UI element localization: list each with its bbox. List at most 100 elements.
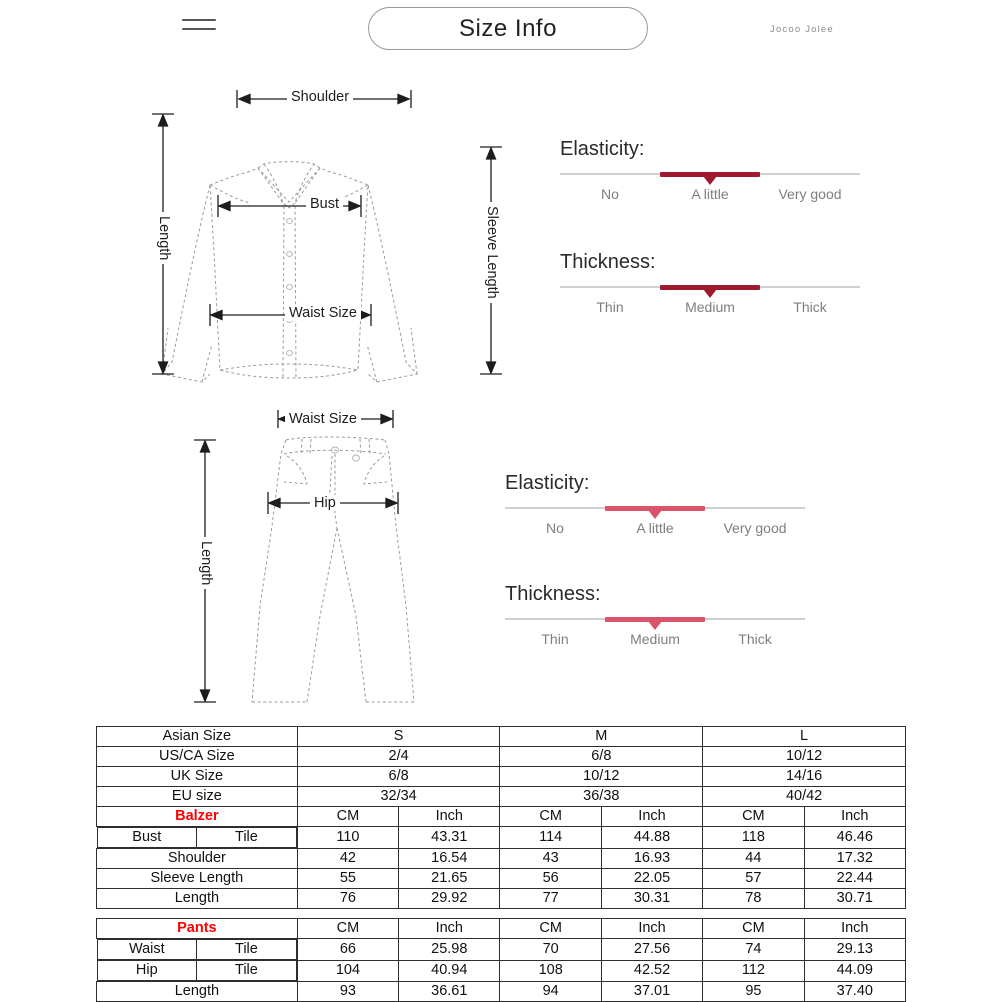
cell-m: 6/8	[499, 746, 704, 767]
row-label-split: Hip Tile	[96, 960, 298, 982]
slider-marker-caret	[648, 510, 662, 519]
tick-thick: Thick	[738, 631, 772, 647]
cell-m: 10/12	[499, 766, 704, 787]
pants-size-table: Pants CM Inch CM Inch CM Inch Waist Tile…	[96, 918, 907, 1002]
measure-name: Waist	[96, 939, 198, 960]
tick-thick: Thick	[793, 299, 827, 315]
hamburger-menu-icon[interactable]	[182, 19, 216, 31]
cell-m: 36/38	[499, 786, 704, 807]
row-label: UK Size	[96, 766, 298, 787]
cell-value: 16.54	[398, 848, 501, 869]
measure-sublabel: Tile	[196, 939, 297, 960]
measure-name: Bust	[96, 827, 198, 848]
top-elasticity-group: Elasticity: No A little Very good	[560, 138, 860, 202]
cell-l: 14/16	[702, 766, 906, 787]
bust-label: Bust	[306, 196, 344, 212]
hip-label: Hip	[310, 495, 340, 511]
table-row: Hip Tile 104 40.94 108 42.52 112 44.09	[96, 959, 907, 982]
row-label-split: Bust Tile	[96, 827, 298, 849]
cell-value: 25.98	[398, 938, 501, 961]
measure-name: Length	[96, 981, 298, 1002]
thickness-ticks-bottom: Thin Medium Thick	[505, 631, 805, 647]
thickness-title-bottom: Thickness:	[505, 583, 601, 605]
cell-value: 30.71	[803, 888, 907, 909]
sleeve-length-label: Sleeve Length	[484, 202, 500, 303]
brand-logo-text: Jocoo Jolee	[770, 24, 834, 35]
table-row-category: Pants CM Inch CM Inch CM Inch	[96, 918, 907, 939]
row-label: US/CA Size	[96, 746, 298, 767]
cell-value: 44.88	[600, 826, 704, 849]
page-title: Size Info	[459, 14, 557, 42]
blazer-size-table: Asian Size S M L US/CA Size 2/4 6/8 10/1…	[96, 726, 907, 909]
tick-very-good: Very good	[778, 186, 842, 202]
unit-header: CM	[702, 918, 805, 939]
tick-a-little: A little	[636, 520, 674, 536]
measure-name: Shoulder	[96, 848, 298, 869]
cell-value: 70	[499, 938, 602, 961]
cell-value: 78	[702, 888, 805, 909]
thickness-slider-top[interactable]	[560, 284, 860, 298]
cell-value: 93	[296, 981, 400, 1002]
table-row: EU size 32/34 36/38 40/42	[96, 786, 906, 807]
slider-marker-caret	[703, 289, 717, 298]
shirt-technical-drawing	[152, 90, 502, 383]
table-row: US/CA Size 2/4 6/8 10/12	[96, 746, 906, 767]
thickness-slider-bottom[interactable]	[505, 616, 805, 630]
category-label-pants: Pants	[96, 918, 298, 939]
waist-size-label-top: Waist Size	[285, 305, 361, 321]
cell-l: 10/12	[702, 746, 906, 767]
cell-value: 22.44	[803, 868, 907, 889]
table-row: Waist Tile 66 25.98 70 27.56 74 29.13	[96, 938, 907, 961]
cell-value: 46.46	[803, 826, 907, 849]
row-label-split: Waist Tile	[96, 939, 298, 960]
shoulder-label: Shoulder	[287, 89, 354, 105]
page-title-pill: Size Info	[368, 7, 648, 50]
measure-name: Sleeve Length	[96, 868, 298, 889]
category-label-blazer: Balzer	[96, 806, 298, 827]
cell-value: 43	[499, 848, 602, 869]
cell-value: 95	[702, 981, 805, 1002]
table-row: Length 76 29.92 77 30.31 78 30.71	[96, 888, 907, 909]
cell-l: L	[702, 726, 906, 747]
thickness-ticks-top: Thin Medium Thick	[560, 299, 860, 315]
unit-header: CM	[296, 806, 400, 827]
table-row: UK Size 6/8 10/12 14/16	[96, 766, 906, 787]
table-row: Length 93 36.61 94 37.01 95 37.40	[96, 981, 907, 1002]
thickness-title-top: Thickness:	[560, 251, 656, 273]
measure-name: Hip	[96, 960, 198, 981]
cell-m: M	[499, 726, 704, 747]
measure-name: Length	[96, 888, 298, 909]
table-row: Asian Size S M L	[96, 726, 906, 747]
cell-value: 112	[702, 959, 805, 982]
tick-very-good: Very good	[723, 520, 787, 536]
pants-technical-drawing	[194, 410, 415, 703]
tick-thin: Thin	[596, 299, 624, 315]
cell-value: 29.13	[803, 938, 907, 961]
measure-sublabel: Tile	[196, 827, 297, 848]
elasticity-ticks-top: No A little Very good	[560, 186, 860, 202]
elasticity-slider-bottom[interactable]	[505, 505, 805, 519]
tick-medium: Medium	[685, 299, 735, 315]
cell-value: 16.93	[600, 848, 704, 869]
cell-value: 57	[702, 868, 805, 889]
tick-medium: Medium	[630, 631, 680, 647]
tick-no: No	[546, 520, 564, 536]
table-row: Shoulder 42 16.54 43 16.93 44 17.32	[96, 848, 907, 869]
row-label: Asian Size	[96, 726, 298, 747]
top-thickness-group: Thickness: Thin Medium Thick	[560, 251, 860, 315]
unit-header: Inch	[803, 918, 907, 939]
unit-header: Inch	[398, 918, 501, 939]
cell-value: 42.52	[600, 959, 704, 982]
table-row: Bust Tile 110 43.31 114 44.88 118 46.46	[96, 826, 907, 849]
cell-value: 22.05	[600, 868, 704, 889]
elasticity-slider-top[interactable]	[560, 171, 860, 185]
bottom-elasticity-group: Elasticity: No A little Very good	[505, 472, 805, 536]
tick-a-little: A little	[691, 186, 729, 202]
unit-header: Inch	[600, 806, 704, 827]
table-row-category: Balzer CM Inch CM Inch CM Inch	[96, 806, 907, 827]
bottom-thickness-group: Thickness: Thin Medium Thick	[505, 583, 805, 647]
cell-value: 27.56	[600, 938, 704, 961]
cell-s: 2/4	[296, 746, 501, 767]
cell-l: 40/42	[702, 786, 906, 807]
slider-marker-caret	[648, 621, 662, 630]
